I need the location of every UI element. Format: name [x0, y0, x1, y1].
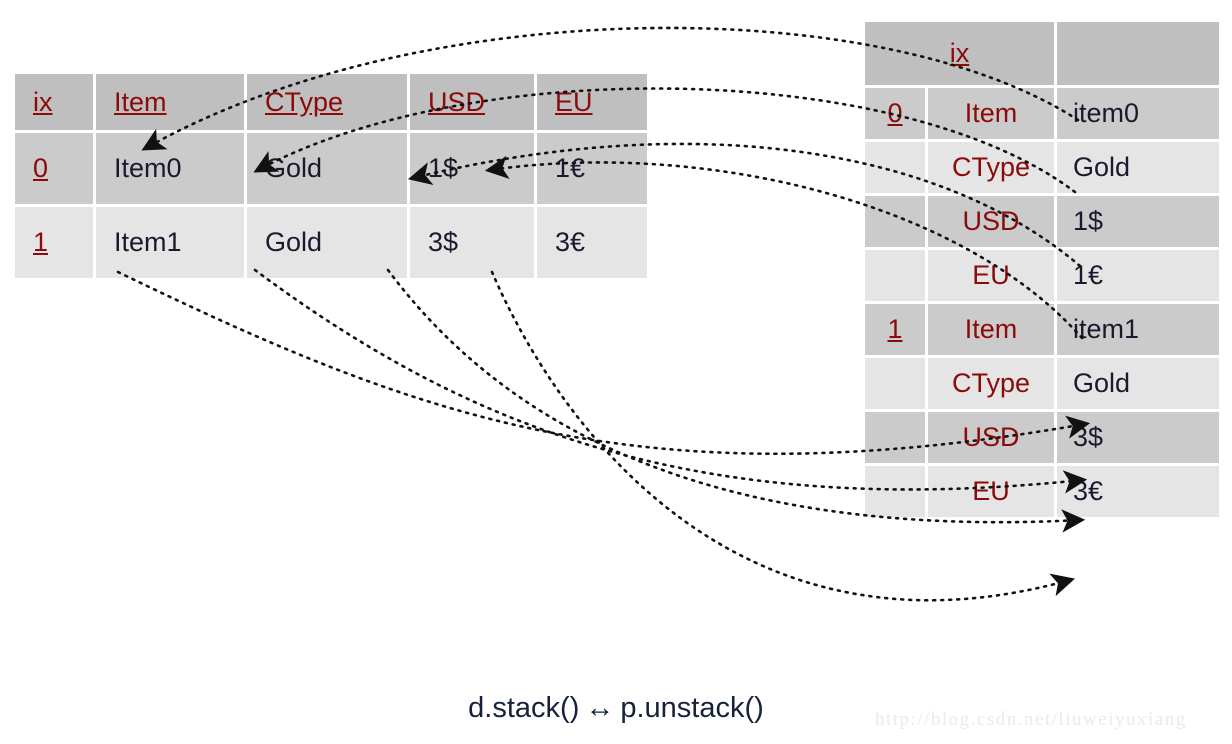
right-r5-label: CType [928, 358, 1054, 409]
right-r1-label: CType [928, 142, 1054, 193]
table-row: 0 Item item0 [865, 88, 1219, 139]
watermark-text: http://blog.csdn.net/liuweiyuxiang [875, 709, 1187, 730]
left-r0-usd: 1$ [410, 133, 534, 204]
right-r6-ix [865, 412, 925, 463]
right-r7-value: 3€ [1057, 466, 1219, 517]
right-header-blank [1057, 22, 1219, 85]
right-r2-ix [865, 196, 925, 247]
right-r7-label: EU [928, 466, 1054, 517]
table-row: USD 3$ [865, 412, 1219, 463]
right-r4-value: item1 [1057, 304, 1219, 355]
right-r1-ix [865, 142, 925, 193]
bidirectional-arrow-icon: ↔ [585, 692, 615, 724]
right-r4-label: Item [928, 304, 1054, 355]
left-header-eu: EU [537, 74, 647, 130]
left-r1-item: Item1 [96, 207, 244, 278]
right-r2-label: USD [928, 196, 1054, 247]
right-r6-label: USD [928, 412, 1054, 463]
caption-unstack-call: p.unstack() [620, 692, 764, 724]
right-r3-label: EU [928, 250, 1054, 301]
right-r0-ix: 0 [865, 88, 925, 139]
left-r0-ix: 0 [15, 133, 93, 204]
diagram-canvas: ix Item CType USD EU 0 Item0 Gold 1$ 1€ … [0, 0, 1232, 744]
right-r1-value: Gold [1057, 142, 1219, 193]
right-r3-ix [865, 250, 925, 301]
right-r0-label: Item [928, 88, 1054, 139]
right-r7-ix [865, 466, 925, 517]
left-r0-item: Item0 [96, 133, 244, 204]
right-r3-value: 1€ [1057, 250, 1219, 301]
right-r5-value: Gold [1057, 358, 1219, 409]
left-r1-usd: 3$ [410, 207, 534, 278]
table-row: EU 1€ [865, 250, 1219, 301]
left-header-ctype: CType [247, 74, 407, 130]
left-header-row: ix Item CType USD EU [15, 74, 647, 130]
table-row: 1 Item item1 [865, 304, 1219, 355]
right-r0-value: item0 [1057, 88, 1219, 139]
table-row: USD 1$ [865, 196, 1219, 247]
left-r1-eu: 3€ [537, 207, 647, 278]
table-row: CType Gold [865, 142, 1219, 193]
right-header-ix: ix [865, 22, 1054, 85]
table-row: 0 Item0 Gold 1$ 1€ [15, 133, 647, 204]
left-header-ix: ix [15, 74, 93, 130]
right-r2-value: 1$ [1057, 196, 1219, 247]
left-header-usd: USD [410, 74, 534, 130]
table-row: EU 3€ [865, 466, 1219, 517]
table-row: 1 Item1 Gold 3$ 3€ [15, 207, 647, 278]
right-r4-ix: 1 [865, 304, 925, 355]
left-header-item: Item [96, 74, 244, 130]
left-r0-ctype: Gold [247, 133, 407, 204]
table-row: CType Gold [865, 358, 1219, 409]
left-r0-eu: 1€ [537, 133, 647, 204]
stacked-series-table: ix 0 Item item0 CType Gold USD 1$ EU 1€ … [862, 19, 1222, 520]
right-r6-value: 3$ [1057, 412, 1219, 463]
right-header-row: ix [865, 22, 1219, 85]
left-r1-ctype: Gold [247, 207, 407, 278]
right-r5-ix [865, 358, 925, 409]
pivoted-dataframe-table: ix Item CType USD EU 0 Item0 Gold 1$ 1€ … [12, 71, 650, 281]
caption-stack-call: d.stack() [468, 692, 580, 724]
left-r1-ix: 1 [15, 207, 93, 278]
